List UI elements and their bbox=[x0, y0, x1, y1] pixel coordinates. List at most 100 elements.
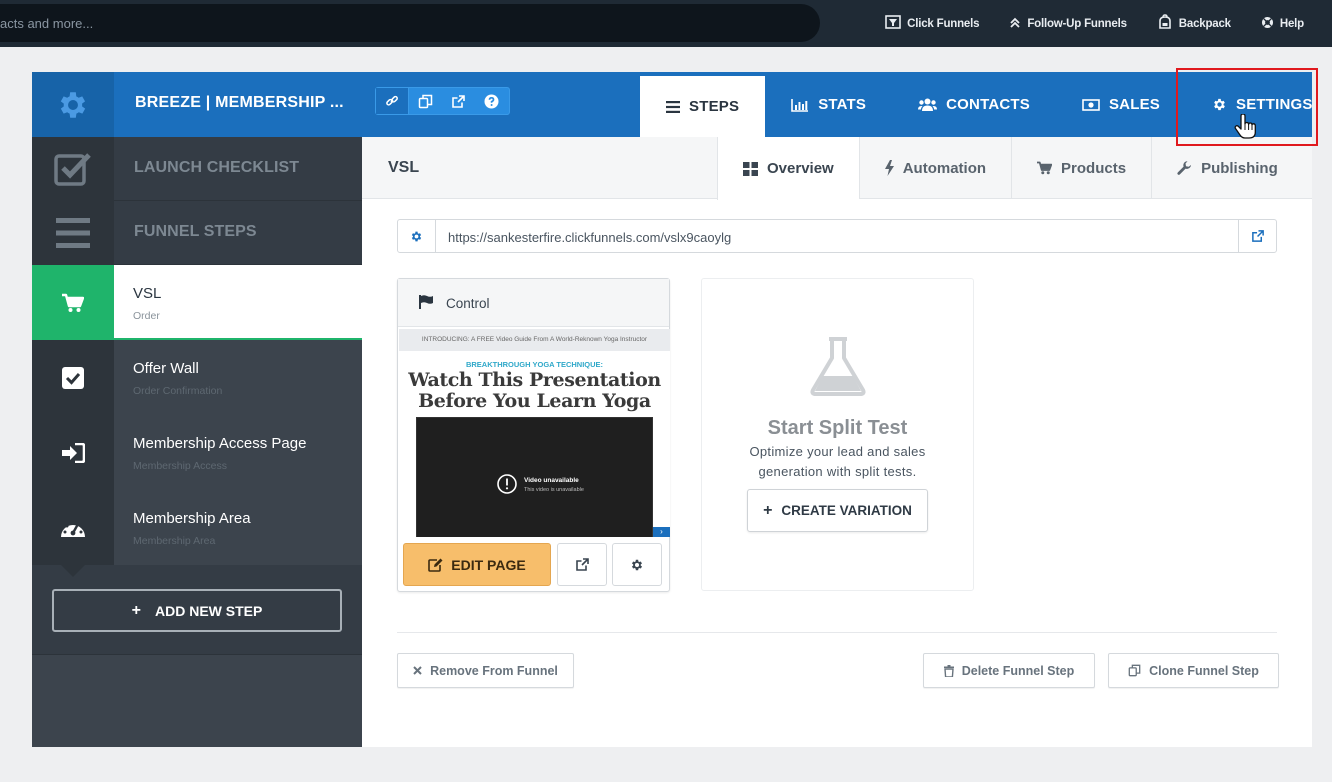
open-url-button[interactable] bbox=[1238, 220, 1276, 252]
cart-icon bbox=[1037, 161, 1053, 175]
preview-headline: Watch This Presentation Before You Learn… bbox=[399, 370, 670, 412]
add-new-step-button[interactable]: + ADD NEW STEP bbox=[52, 589, 342, 632]
page-settings-button[interactable] bbox=[612, 543, 662, 586]
dashboard-icon bbox=[32, 490, 114, 565]
funnel-header: BREEZE | MEMBERSHIP ... STEPS STATS CONT… bbox=[32, 72, 1312, 137]
grid-icon bbox=[743, 161, 758, 176]
funnel-step-offer-wall[interactable]: Offer Wall Order Confirmation bbox=[32, 340, 362, 415]
divider bbox=[397, 632, 1277, 633]
edit-page-button[interactable]: EDIT PAGE bbox=[403, 543, 551, 586]
split-test-description: Optimize your lead and sales generation … bbox=[749, 444, 926, 479]
cart-icon bbox=[32, 265, 114, 340]
video-unavailable-title: Video unavailable bbox=[524, 477, 579, 484]
open-funnel-button[interactable] bbox=[442, 88, 475, 114]
tab-sales[interactable]: SALES bbox=[1056, 72, 1186, 137]
url-settings-button[interactable] bbox=[398, 220, 436, 252]
gear-icon bbox=[631, 559, 643, 570]
gear-icon bbox=[411, 231, 422, 241]
link-button[interactable] bbox=[376, 88, 409, 114]
tab-contacts[interactable]: CONTACTS bbox=[892, 72, 1056, 137]
edit-icon bbox=[428, 558, 443, 572]
page-preview-thumbnail[interactable]: INTRODUCING: A FREE Video Guide From A W… bbox=[399, 329, 670, 537]
clickfunnels-link[interactable]: Click Funnels bbox=[885, 15, 980, 32]
delete-funnel-step-label: Delete Funnel Step bbox=[961, 663, 1075, 678]
trash-icon bbox=[943, 664, 954, 677]
tab-automation[interactable]: Automation bbox=[858, 137, 1011, 199]
copy-button[interactable] bbox=[409, 88, 442, 114]
backpack-label: Backpack bbox=[1178, 17, 1231, 30]
add-step-section: + ADD NEW STEP bbox=[32, 565, 362, 655]
clickfunnels-logo-icon bbox=[885, 15, 901, 32]
gear-icon bbox=[60, 91, 86, 118]
preview-top-bar: INTRODUCING: A FREE Video Guide From A W… bbox=[399, 329, 670, 351]
preview-page-button[interactable] bbox=[557, 543, 607, 586]
step-pointer bbox=[61, 565, 85, 577]
tab-overview[interactable]: Overview bbox=[717, 137, 859, 200]
money-icon bbox=[1082, 98, 1100, 111]
sidebar: LAUNCH CHECKLIST FUNNEL STEPS VSL Order … bbox=[32, 137, 362, 747]
funnel-title: BREEZE | MEMBERSHIP ... bbox=[135, 94, 344, 111]
step-name: Offer Wall bbox=[133, 360, 199, 377]
flask-icon bbox=[810, 337, 866, 396]
funnel-card: BREEZE | MEMBERSHIP ... STEPS STATS CONT… bbox=[32, 72, 1312, 747]
search-input[interactable]: acts and more... bbox=[0, 4, 820, 42]
plus-icon: + bbox=[131, 601, 141, 619]
followup-funnels-link[interactable]: Follow-Up Funnels bbox=[1009, 16, 1127, 32]
step-title: VSL bbox=[388, 159, 420, 176]
sidebar-item-funnel-steps[interactable]: FUNNEL STEPS bbox=[32, 201, 362, 265]
control-label: Control bbox=[446, 296, 490, 311]
step-url[interactable]: https://sankesterfire.clickfunnels.com/v… bbox=[448, 230, 731, 245]
list-icon bbox=[32, 201, 114, 265]
tab-stats[interactable]: STATS bbox=[765, 72, 892, 137]
funnel-settings-gear[interactable] bbox=[32, 72, 114, 137]
tab-steps[interactable]: STEPS bbox=[640, 74, 766, 137]
copy-icon bbox=[1128, 664, 1141, 677]
delete-funnel-step-button[interactable]: Delete Funnel Step bbox=[923, 653, 1095, 688]
edit-page-label: EDIT PAGE bbox=[451, 556, 526, 573]
control-actions: EDIT PAGE bbox=[403, 543, 665, 587]
step-type: Membership Area bbox=[133, 535, 216, 547]
funnel-step-membership-area[interactable]: Membership Area Membership Area bbox=[32, 490, 362, 565]
users-icon bbox=[918, 98, 938, 112]
step-header: VSL Overview Automation Products Publish… bbox=[362, 137, 1312, 200]
tab-sales-label: SALES bbox=[1108, 96, 1160, 113]
preview-kicker: BREAKTHROUGH YOGA TECHNIQUE: bbox=[465, 360, 604, 369]
sign-in-icon bbox=[32, 415, 114, 490]
close-icon bbox=[413, 666, 422, 675]
tab-overview-label: Overview bbox=[767, 160, 834, 177]
remove-from-funnel-button[interactable]: Remove From Funnel bbox=[397, 653, 574, 688]
tab-products[interactable]: Products bbox=[1011, 137, 1151, 199]
step-type: Order Confirmation bbox=[133, 385, 223, 397]
help-button[interactable] bbox=[475, 88, 508, 114]
backpack-link[interactable]: Backpack bbox=[1157, 14, 1231, 33]
tab-contacts-label: CONTACTS bbox=[946, 96, 1030, 113]
bolt-icon bbox=[884, 160, 894, 176]
backpack-icon bbox=[1157, 14, 1173, 33]
link-icon bbox=[386, 95, 398, 106]
funnel-step-membership-access[interactable]: Membership Access Page Membership Access bbox=[32, 415, 362, 490]
step-url-bar: https://sankesterfire.clickfunnels.com/v… bbox=[397, 219, 1277, 253]
sidebar-item-launch-checklist[interactable]: LAUNCH CHECKLIST bbox=[32, 137, 362, 201]
funnel-step-vsl[interactable]: VSL Order bbox=[32, 265, 362, 340]
preview-video: Video unavailable This video is unavaila… bbox=[416, 417, 653, 537]
step-type: Membership Access bbox=[133, 460, 227, 472]
copy-icon bbox=[418, 94, 433, 108]
tab-publishing[interactable]: Publishing bbox=[1151, 137, 1303, 199]
preview-headline-line-1: Watch This Presentation bbox=[408, 369, 661, 391]
control-variation-card: Control INTRODUCING: A FREE Video Guide … bbox=[397, 278, 670, 592]
create-variation-label: CREATE VARIATION bbox=[781, 503, 912, 518]
checklist-icon bbox=[32, 137, 114, 201]
double-chevron-up-icon bbox=[1009, 16, 1021, 32]
tab-stats-label: STATS bbox=[818, 96, 867, 113]
help-link[interactable]: Help bbox=[1261, 16, 1304, 32]
clickfunnels-label: Click Funnels bbox=[907, 17, 980, 30]
remove-from-funnel-label: Remove From Funnel bbox=[430, 663, 558, 678]
funnel-tools bbox=[375, 87, 510, 115]
clone-funnel-step-label: Clone Funnel Step bbox=[1149, 663, 1259, 678]
followup-funnels-label: Follow-Up Funnels bbox=[1027, 17, 1127, 30]
alert-circle-icon bbox=[497, 474, 517, 494]
step-type: Order bbox=[133, 310, 160, 322]
create-variation-button[interactable]: + CREATE VARIATION bbox=[747, 489, 928, 532]
clone-funnel-step-button[interactable]: Clone Funnel Step bbox=[1108, 653, 1279, 688]
step-name: Membership Area bbox=[133, 510, 251, 527]
